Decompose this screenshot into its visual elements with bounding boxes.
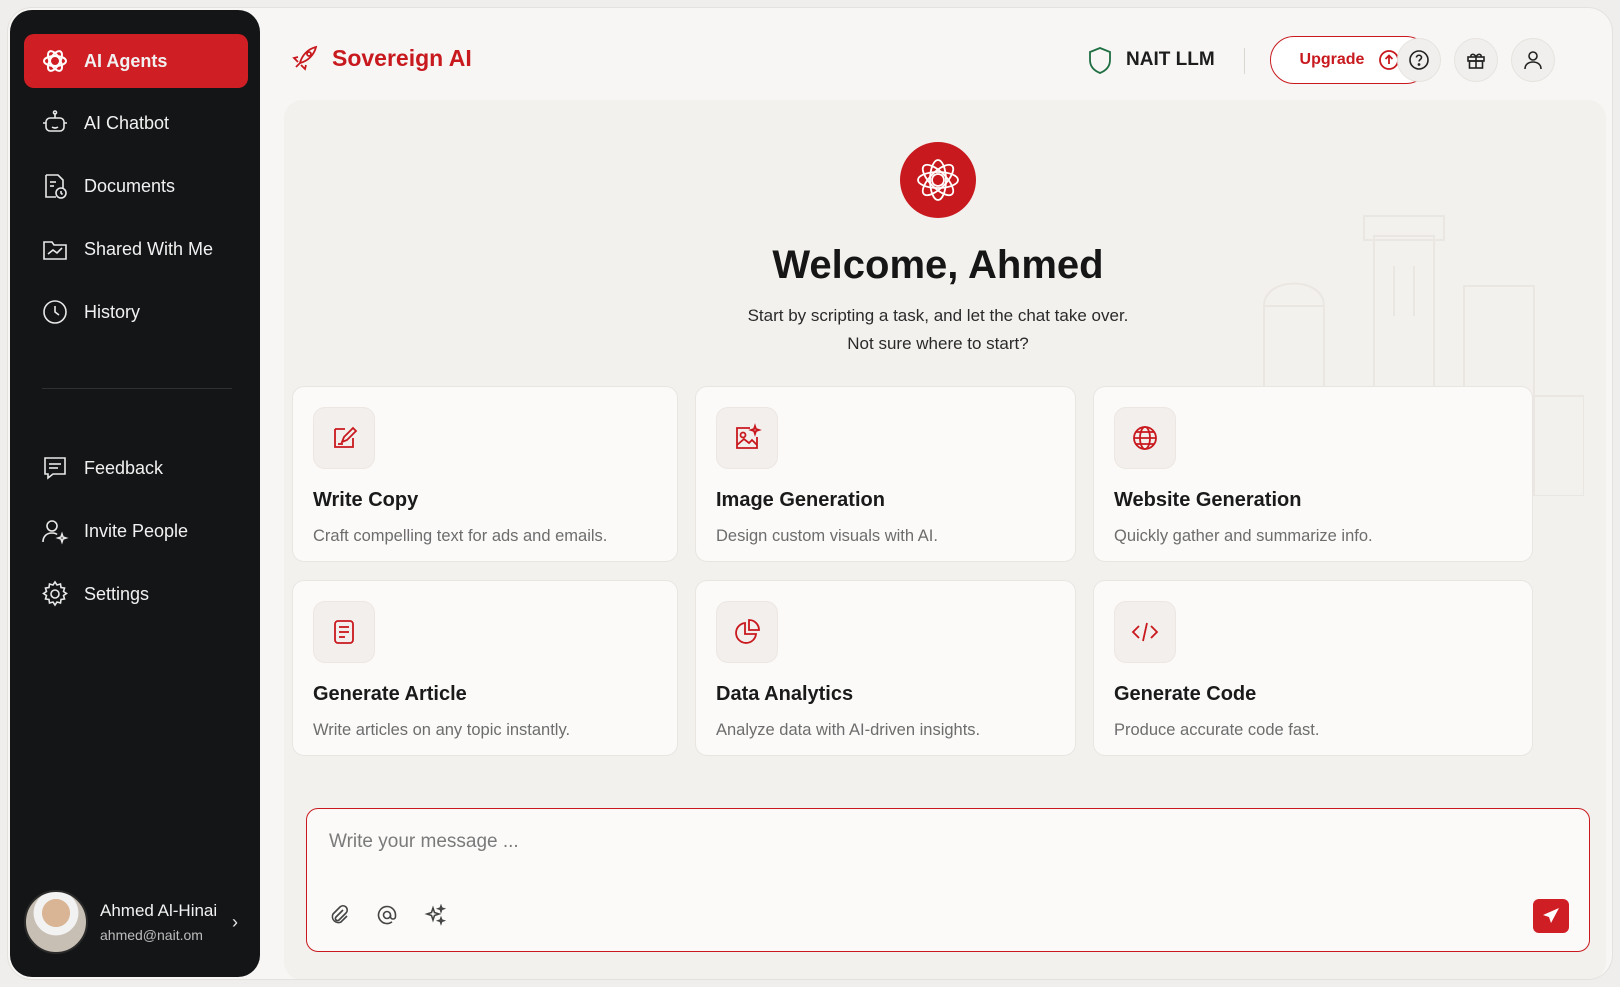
- upgrade-label: Upgrade: [1299, 51, 1365, 68]
- user-icon: [1524, 51, 1542, 70]
- sovereign-logo: [900, 142, 976, 218]
- document-clock-icon: [45, 174, 67, 199]
- sidebar: AI Agents AI Chatbot Documents Shared Wi…: [10, 10, 260, 977]
- sidebar-item-settings[interactable]: Settings: [24, 567, 248, 621]
- model-indicator[interactable]: NAIT LLM: [1086, 40, 1215, 80]
- card-icon-box: [313, 407, 375, 469]
- card-website-generation[interactable]: Website Generation Quickly gather and su…: [1093, 386, 1533, 562]
- sidebar-item-shared[interactable]: Shared With Me: [24, 222, 248, 276]
- edit-note-icon: [334, 426, 358, 448]
- sidebar-item-label: Shared With Me: [84, 238, 214, 259]
- card-description: Design custom visuals with AI.: [716, 527, 938, 545]
- header-divider: [1244, 48, 1245, 74]
- paperclip-icon: [331, 904, 349, 924]
- gear-icon: [42, 580, 68, 607]
- welcome-title: Welcome, Ahmed: [772, 243, 1104, 287]
- card-description: Quickly gather and summarize info.: [1114, 527, 1373, 545]
- app-frame: AI Agents AI Chatbot Documents Shared Wi…: [8, 8, 1612, 979]
- card-title: Write Copy: [313, 489, 419, 511]
- card-icon-box: [716, 407, 778, 469]
- chevron-right-icon: ›: [232, 911, 238, 932]
- shared-folder-icon: [43, 241, 67, 260]
- feedback-icon: [44, 457, 66, 480]
- sidebar-item-label: Feedback: [84, 457, 164, 478]
- card-icon-box: [1114, 407, 1176, 469]
- welcome-subtitle: Start by scripting a task, and let the c…: [747, 306, 1129, 325]
- card-title: Generate Code: [1114, 683, 1257, 705]
- globe-icon: [1133, 426, 1157, 450]
- card-description: Analyze data with AI-driven insights.: [716, 721, 981, 739]
- openai-knot-icon: [43, 50, 67, 72]
- sidebar-item-label: AI Chatbot: [84, 112, 170, 133]
- card-description: Craft compelling text for ads and emails…: [313, 527, 608, 545]
- card-title: Image Generation: [716, 489, 885, 511]
- sidebar-item-ai-chatbot[interactable]: AI Chatbot: [24, 96, 248, 150]
- ai-enhance-button[interactable]: [421, 901, 449, 929]
- card-image-generation[interactable]: Image Generation Design custom visuals w…: [695, 386, 1076, 562]
- card-title: Website Generation: [1114, 489, 1302, 511]
- sidebar-item-label: History: [84, 301, 141, 322]
- pie-chart-icon: [735, 619, 760, 644]
- code-icon: [1131, 622, 1159, 642]
- user-profile[interactable]: Ahmed Al-Hinai ahmed@nait.om ›: [24, 887, 248, 957]
- card-title: Data Analytics: [716, 683, 854, 705]
- at-sign-icon: [377, 905, 397, 925]
- sidebar-item-history[interactable]: History: [24, 285, 248, 339]
- sidebar-item-label: Settings: [84, 583, 150, 604]
- article-icon: [334, 620, 354, 644]
- card-write-copy[interactable]: Write Copy Craft compelling text for ads…: [292, 386, 678, 562]
- sidebar-item-label: Invite People: [84, 520, 189, 541]
- card-title: Generate Article: [313, 683, 467, 705]
- card-generate-code[interactable]: Generate Code Produce accurate code fast…: [1093, 580, 1533, 756]
- sidebar-item-label: AI Agents: [84, 50, 168, 71]
- gift-icon: [1467, 53, 1485, 69]
- invite-user-icon: [42, 520, 69, 545]
- welcome-prompt: Not sure where to start?: [847, 334, 1029, 353]
- mention-button[interactable]: [373, 901, 401, 929]
- account-button[interactable]: [1511, 38, 1555, 82]
- help-button[interactable]: [1397, 38, 1441, 82]
- message-input[interactable]: [329, 827, 1329, 857]
- model-name: NAIT LLM: [1126, 49, 1215, 70]
- sidebar-item-ai-agents[interactable]: AI Agents: [24, 34, 248, 88]
- help-icon: [1409, 50, 1429, 70]
- send-button[interactable]: [1533, 899, 1569, 933]
- card-generate-article[interactable]: Generate Article Write articles on any t…: [292, 580, 678, 756]
- shield-icon: [1089, 47, 1111, 74]
- knot-logo-icon: [917, 159, 959, 201]
- avatar: [24, 890, 88, 954]
- user-name: Ahmed Al-Hinai: [100, 901, 218, 920]
- clock-icon: [43, 300, 67, 324]
- brand-name: Sovereign AI: [332, 44, 472, 71]
- message-composer: [306, 808, 1590, 952]
- card-description: Produce accurate code fast.: [1114, 721, 1320, 739]
- card-icon-box: [313, 601, 375, 663]
- bot-icon: [43, 110, 67, 132]
- rocket-icon: [292, 45, 318, 71]
- card-icon-box: [716, 601, 778, 663]
- sparkles-icon: [424, 904, 446, 926]
- image-sparkle-icon: [736, 423, 762, 449]
- send-icon: [1543, 908, 1559, 923]
- sidebar-item-feedback[interactable]: Feedback: [24, 441, 248, 495]
- sidebar-item-documents[interactable]: Documents: [24, 159, 248, 213]
- attach-button[interactable]: [325, 901, 353, 929]
- gift-button[interactable]: [1454, 38, 1498, 82]
- sidebar-divider: [42, 388, 232, 389]
- sidebar-item-invite[interactable]: Invite People: [24, 504, 248, 558]
- card-data-analytics[interactable]: Data Analytics Analyze data with AI-driv…: [695, 580, 1076, 756]
- brand[interactable]: Sovereign AI: [290, 38, 472, 78]
- card-icon-box: [1114, 601, 1176, 663]
- sidebar-item-label: Documents: [84, 175, 176, 196]
- user-email: ahmed@nait.om: [100, 927, 203, 943]
- card-description: Write articles on any topic instantly.: [313, 721, 571, 739]
